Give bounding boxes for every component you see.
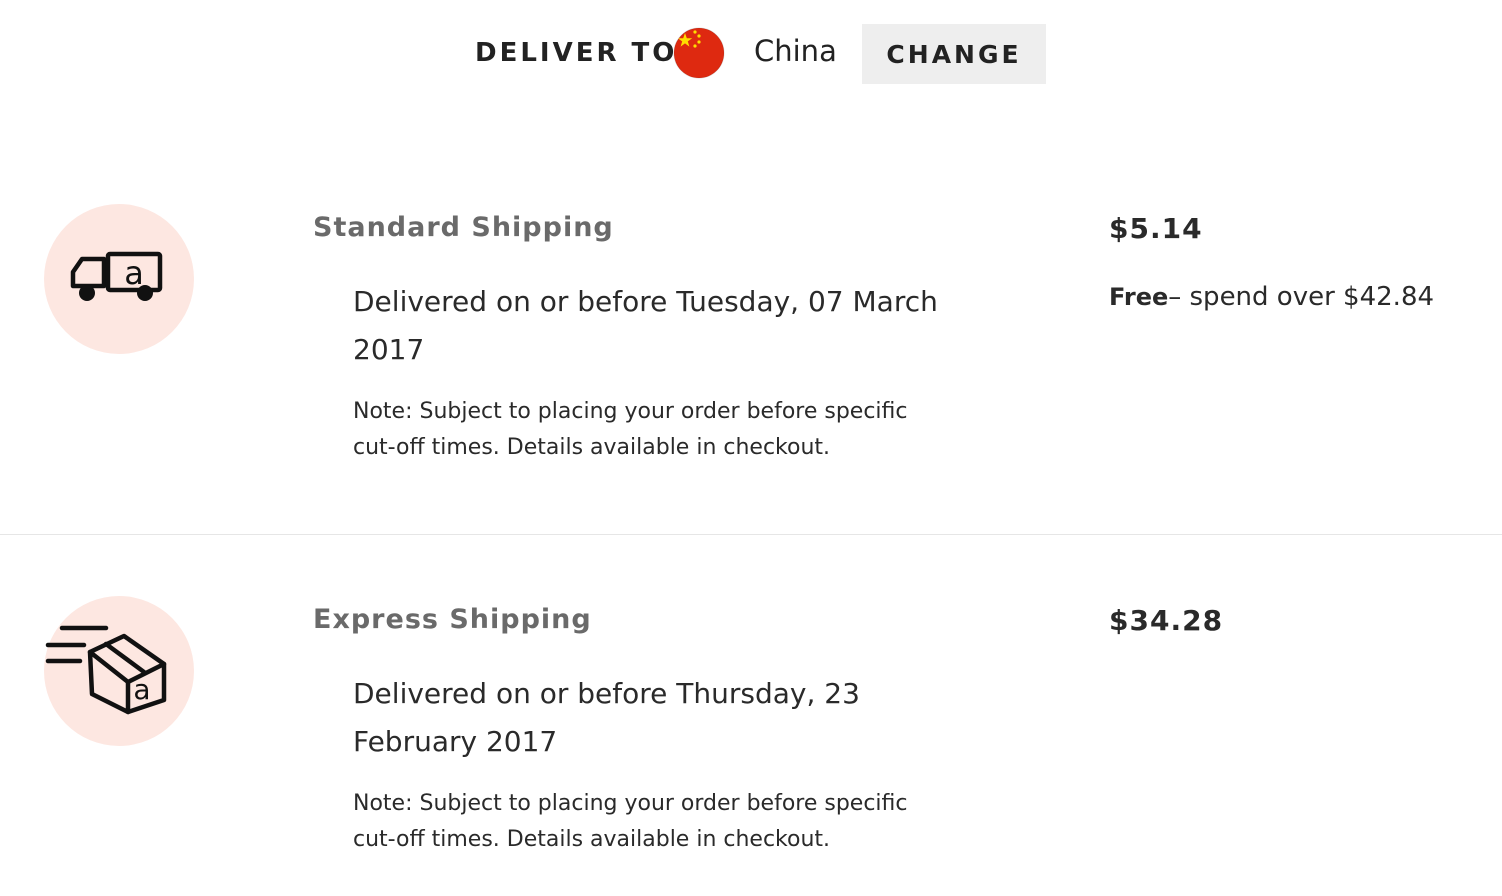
shipping-title: Express Shipping bbox=[313, 604, 592, 635]
free-shipping-threshold: Free– spend over $42.84 bbox=[1109, 282, 1499, 312]
shipping-option-express: a Express Shipping Delivered on or befor… bbox=[0, 562, 1502, 896]
country-name: China bbox=[754, 34, 837, 68]
delivery-date: Delivered on or before Thursday, 23 Febr… bbox=[353, 677, 860, 758]
change-country-button[interactable]: CHANGE bbox=[862, 24, 1046, 84]
delivery-truck-icon: a bbox=[44, 204, 194, 354]
shipping-option-standard: a Standard Shipping Delivered on or befo… bbox=[0, 170, 1502, 535]
china-flag-icon bbox=[673, 27, 725, 79]
free-label: Free bbox=[1109, 283, 1169, 311]
svg-text:a: a bbox=[124, 254, 144, 292]
deliver-to-label: DELIVER TO bbox=[475, 38, 678, 68]
shipping-price: $34.28 bbox=[1109, 604, 1224, 637]
delivery-date: Delivered on or before Tuesday, 07 March… bbox=[353, 285, 938, 366]
free-threshold-text: – spend over $42.84 bbox=[1168, 282, 1435, 312]
shipping-note: Note: Subject to placing your order befo… bbox=[353, 399, 908, 460]
shipping-title: Standard Shipping bbox=[313, 212, 614, 243]
shipping-note: Note: Subject to placing your order befo… bbox=[353, 791, 908, 852]
express-package-icon: a bbox=[44, 596, 194, 746]
svg-text:a: a bbox=[133, 673, 150, 706]
shipping-price: $5.14 bbox=[1109, 212, 1203, 245]
deliver-to-bar: DELIVER TO China CHANGE bbox=[0, 24, 1502, 84]
